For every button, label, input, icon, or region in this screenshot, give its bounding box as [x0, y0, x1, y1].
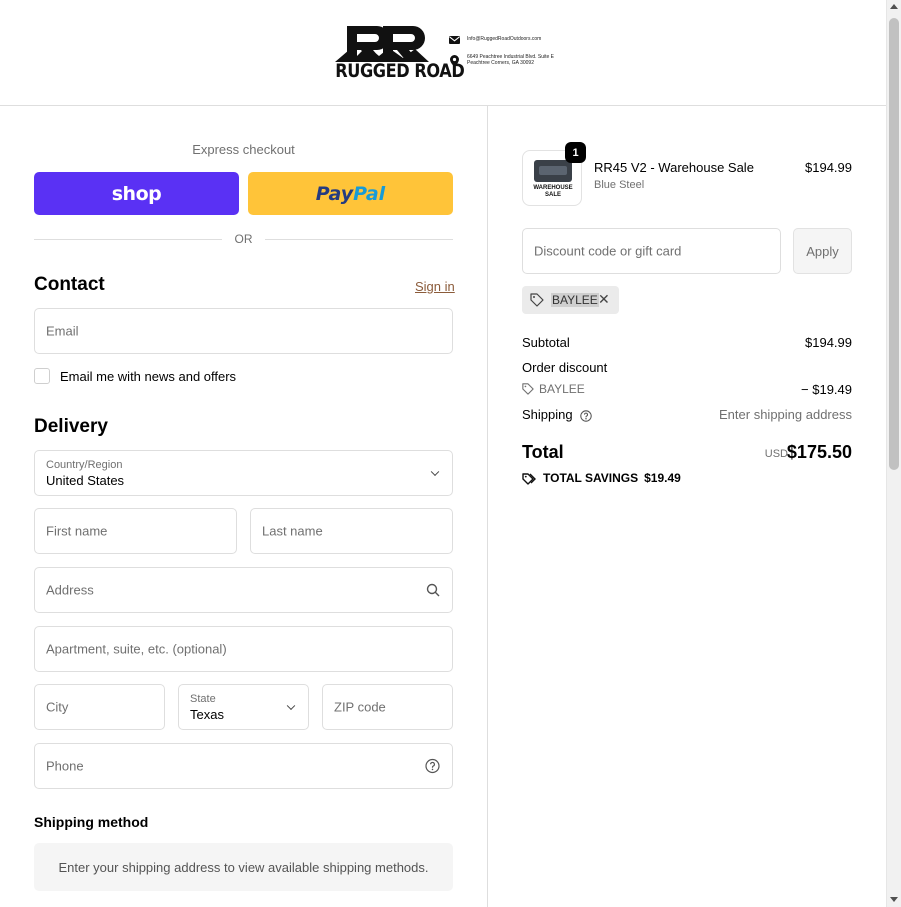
product-thumbnail-label: WAREHOUSE SALE	[533, 185, 573, 198]
total-value: $175.50	[786, 442, 852, 462]
email-field[interactable]: Email	[34, 308, 453, 354]
brand-logo[interactable]: RUGGED ROAD	[327, 24, 465, 84]
contact-heading: Contact	[34, 274, 105, 295]
logo-mark-icon	[335, 26, 429, 62]
paypal-button[interactable]: Pay Pal	[248, 172, 453, 215]
apply-label: Apply	[806, 243, 839, 259]
order-discount-label: Order discount	[522, 360, 608, 375]
remove-discount-icon[interactable]: ✕	[598, 292, 610, 306]
newsletter-label: Email me with news and offers	[60, 369, 237, 384]
discount-code-placeholder: Discount code or gift card	[534, 243, 682, 259]
shipping-method-message: Enter your shipping address to view avai…	[58, 859, 429, 875]
state-label: State	[190, 693, 216, 705]
scrollbar-thumb[interactable]	[889, 18, 899, 470]
product-price: $194.99	[805, 160, 852, 175]
state-select[interactable]: State Texas	[178, 684, 309, 730]
city-placeholder: City	[46, 699, 69, 715]
shipping-method-heading: Shipping method	[34, 814, 149, 830]
help-circle-icon[interactable]	[580, 409, 592, 422]
subtotal-label: Subtotal	[522, 335, 570, 350]
state-value: Texas	[190, 707, 224, 722]
help-circle-icon[interactable]	[425, 758, 440, 774]
paypal-label-pal: Pal	[353, 182, 386, 205]
city-field[interactable]: City	[34, 684, 165, 730]
zip-field[interactable]: ZIP code	[322, 684, 453, 730]
envelope-icon	[449, 36, 460, 44]
total-savings-label: TOTAL SAVINGS	[543, 471, 639, 485]
last-name-field[interactable]: Last name	[250, 508, 453, 554]
shipping-label-row: Shipping	[522, 407, 592, 422]
total-savings-value: $19.49	[644, 471, 681, 485]
first-name-field[interactable]: First name	[34, 508, 237, 554]
paypal-label-pay: Pay	[315, 182, 354, 205]
apartment-placeholder: Apartment, suite, etc. (optional)	[46, 641, 227, 657]
applied-discount-chip: BAYLEE ✕	[522, 286, 619, 314]
applied-discount-code: BAYLEE	[551, 293, 599, 307]
page-scrollbar[interactable]	[886, 0, 901, 907]
phone-field[interactable]: Phone	[34, 743, 453, 789]
country-select[interactable]: Country/Region United States	[34, 450, 453, 496]
header-email-text: Info@RuggedRoadOutdoors.com	[467, 36, 542, 42]
or-line-left	[34, 239, 222, 240]
discount-code-row: BAYLEE	[522, 382, 585, 396]
address-placeholder: Address	[46, 582, 94, 598]
total-savings: TOTAL SAVINGS $19.49	[522, 471, 681, 485]
chevron-down-icon	[286, 701, 296, 711]
or-label: OR	[234, 232, 253, 246]
first-name-placeholder: First name	[46, 523, 108, 539]
apply-discount-button[interactable]: Apply	[793, 228, 852, 274]
express-checkout-title: Express checkout	[192, 142, 295, 157]
total-label: Total	[522, 442, 564, 462]
brand-name: RUGGED ROAD	[335, 60, 465, 82]
discount-value: − $19.49	[801, 382, 852, 397]
product-variant: Blue Steel	[594, 179, 645, 191]
shipping-method-notice: Enter your shipping address to view avai…	[34, 843, 453, 891]
chevron-down-icon	[430, 467, 440, 477]
email-placeholder: Email	[46, 323, 79, 339]
shop-pay-label: shop	[111, 182, 162, 205]
tag-icon	[522, 383, 534, 395]
product-name: RR45 V2 - Warehouse Sale	[594, 160, 754, 175]
discount-code-text: BAYLEE	[539, 382, 585, 396]
address-field[interactable]: Address	[34, 567, 453, 613]
header-address-text: 6649 Peachtree Industrial Blvd. Suite E …	[467, 54, 554, 66]
quantity-badge: 1	[565, 142, 586, 163]
or-line-right	[265, 239, 453, 240]
site-header: RUGGED ROAD Info@RuggedRoadOutdoors.com …	[0, 0, 886, 106]
apartment-field[interactable]: Apartment, suite, etc. (optional)	[34, 626, 453, 672]
last-name-placeholder: Last name	[262, 523, 323, 539]
product-image	[534, 160, 572, 182]
scroll-up-arrow-icon[interactable]	[890, 4, 898, 9]
newsletter-checkbox[interactable]	[34, 368, 50, 384]
delivery-heading: Delivery	[34, 416, 108, 437]
discount-code-field[interactable]: Discount code or gift card	[522, 228, 781, 274]
or-divider: OR	[34, 232, 453, 248]
zip-placeholder: ZIP code	[334, 699, 386, 715]
phone-placeholder: Phone	[46, 758, 84, 774]
sign-in-link[interactable]: Sign in	[415, 279, 455, 294]
shipping-value: Enter shipping address	[719, 407, 852, 422]
scroll-down-arrow-icon[interactable]	[890, 897, 898, 902]
tag-icon	[530, 293, 544, 307]
location-pin-icon	[450, 55, 459, 67]
country-value: United States	[46, 473, 125, 488]
shipping-label: Shipping	[522, 407, 573, 422]
subtotal-value: $194.99	[805, 335, 852, 350]
search-icon	[426, 583, 440, 597]
shop-pay-button[interactable]: shop	[34, 172, 239, 215]
tags-icon	[522, 472, 536, 485]
column-divider	[487, 106, 488, 907]
country-label: Country/Region	[46, 459, 123, 471]
